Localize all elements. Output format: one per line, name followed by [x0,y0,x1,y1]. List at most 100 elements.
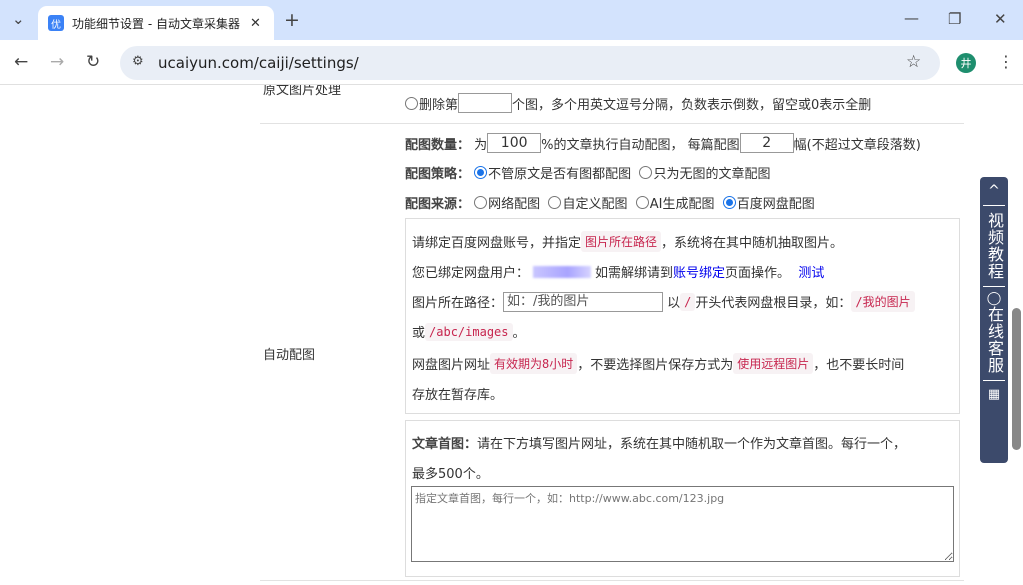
source-option-custom[interactable]: 自定义配图 [562,193,627,212]
video-tutorial-button[interactable]: 视频教程 [982,206,1006,286]
cover-line-2: 最多500个。 [412,463,489,482]
divider [260,123,964,124]
divider [983,380,1005,381]
back-icon[interactable]: ← [14,52,28,72]
forward-icon[interactable]: → [50,52,64,72]
text: 或 [412,326,426,341]
site-info-icon[interactable]: ⚙ [132,54,144,69]
source-radio-baidu[interactable] [722,196,736,209]
cover-label: 文章首图： [412,437,478,452]
source-option-ai[interactable]: AI生成配图 [650,193,715,212]
path-input[interactable]: 如：/我的图片 [503,291,664,312]
divider [983,286,1005,287]
cover-urls-textarea[interactable] [411,486,954,562]
qq-icon: ◯ [986,291,1002,306]
divider [260,580,964,581]
code: /abc/images [425,322,513,341]
address-bar-row: ← → ↻ ⚙ ucaiyun.com/caiji/settings/ ☆ 井 … [0,40,1023,85]
tab-list-icon[interactable]: ⌄ [12,10,25,28]
per-article-input[interactable]: 2 [739,133,794,153]
tab-bar: ⌄ 优 功能细节设置 - 自动文章采集器 ✕ + — ❐ ✕ [0,0,1023,40]
tab-title: 功能细节设置 - 自动文章采集器 [72,16,240,31]
text: 请绑定百度网盘账号，并指定 [412,236,582,251]
auto-image-label: 自动配图 [263,348,316,363]
text: ，系统将在其中随机抽取图片。 [661,236,844,251]
tab-active[interactable]: 优 功能细节设置 - 自动文章采集器 ✕ [38,6,274,40]
text: 请在下方填写图片网址，系统在其中随机取一个作为文章首图。每行一个， [477,437,907,452]
text: 。 [512,326,526,341]
strategy-label: 配图策略： [405,167,471,182]
minimize-icon[interactable]: — [904,9,919,27]
restore-icon[interactable]: ❐ [948,10,961,28]
source-radio-custom[interactable] [548,196,562,209]
text: ，也不要长时间 [813,358,905,373]
settings-page: 原文图片处理 删除第 个图，多个用英文逗号分隔，负数表示倒数，留空或0表示全删 … [0,85,1010,585]
cover-image-panel: 文章首图： 请在下方填写图片网址，系统在其中随机取一个作为文章首图。每行一个， 最… [405,420,960,577]
strategy-row: 配图策略： 不管原文是否有图都配图 只为无图的文章配图 [405,163,770,182]
text: 您已绑定网盘用户： [412,266,530,281]
text: 开头代表网盘根目录，如： [695,296,852,311]
baidu-line-4: 或/abc/images。 [412,322,526,341]
count-label: 配图数量： [405,137,471,153]
source-row: 配图来源： 网络配图 自定义配图 AI生成配图 百度网盘配图 [405,193,815,212]
url-text: ucaiyun.com/caiji/settings/ [158,54,359,72]
text: 如需解绑请到 [595,266,674,281]
scrollbar-thumb[interactable] [1012,308,1021,450]
code: / [680,292,696,311]
baidu-line-1: 请绑定百度网盘账号，并指定 图片所在路径 ，系统将在其中随机抽取图片。 [412,231,843,252]
blurred-username [533,265,592,278]
code: 有效期为8小时 [490,353,578,374]
profile-avatar[interactable]: 井 [956,53,976,73]
code: /我的图片 [851,291,915,312]
baidu-line-3: 图片所在路径： 如：/我的图片 以 / 开头代表网盘根目录，如：/我的图片 [412,291,915,312]
bookmark-star-icon[interactable]: ☆ [906,52,921,72]
source-radio-ai[interactable] [635,196,649,209]
floating-help-bar: ^ 视频教程 ◯ 在线客服 ▦ [980,177,1008,463]
baidu-panel: 请绑定百度网盘账号，并指定 图片所在路径 ，系统将在其中随机抽取图片。 您已绑定网盘… [405,218,960,414]
text: 网盘图片网址 [412,358,491,373]
delete-image-option: 删除第 个图，多个用英文逗号分隔，负数表示倒数，留空或0表示全删 [405,93,871,113]
url-bar[interactable]: ⚙ ucaiyun.com/caiji/settings/ ☆ [120,46,940,80]
cover-line-1: 文章首图： 请在下方填写图片网址，系统在其中随机取一个作为文章首图。每行一个， [412,433,906,452]
new-tab-icon[interactable]: + [284,9,300,31]
favicon: 优 [48,15,64,31]
close-window-icon[interactable]: ✕ [994,10,1007,28]
online-service-button[interactable]: 在线客服 [982,306,1006,380]
text: 页面操作。 [725,266,791,281]
original-image-label: 原文图片处理 [263,85,342,98]
text: 图片所在路径： [412,296,504,311]
test-link[interactable]: 测试 [798,262,824,281]
back-to-top-button[interactable]: ^ [988,177,1000,205]
text: 最多500个。 [412,467,489,482]
delete-index-input[interactable] [458,93,513,113]
menu-icon[interactable]: ⋮ [998,52,1014,71]
text: 以 [667,296,681,311]
delete-prefix: 删除第 [419,97,459,113]
baidu-line-6: 存放在暂存库。 [412,384,503,403]
image-count-row: 配图数量： 为 100 %的文章执行自动配图， 每篇配图 2 幅(不超过文章段落… [405,133,921,153]
percent-input[interactable]: 100 [487,133,542,153]
close-tab-icon[interactable]: ✕ [250,16,261,31]
count-suffix: 幅(不超过文章段落数) [793,137,921,153]
strategy-option-noimg[interactable]: 只为无图的文章配图 [653,163,770,182]
delete-radio[interactable] [405,96,418,110]
text: ，不要选择图片保存方式为 [577,358,734,373]
code: 使用远程图片 [733,353,814,374]
delete-suffix: 个图，多个用英文逗号分隔，负数表示倒数，留空或0表示全删 [512,97,872,113]
count-mid: %的文章执行自动配图， 每篇配图 [541,137,740,153]
count-pre: 为 [474,137,488,153]
baidu-line-5: 网盘图片网址 有效期为8小时 ，不要选择图片保存方式为 使用远程图片 ，也不要长时间 [412,353,904,374]
source-label: 配图来源： [405,197,471,212]
code: 图片所在路径 [581,231,662,252]
qrcode-icon[interactable]: ▦ [988,387,1000,402]
source-option-web[interactable]: 网络配图 [488,193,540,212]
baidu-line-2: 您已绑定网盘用户： 如需解绑请到 账号绑定 页面操作。 测试 [412,262,824,281]
text: 存放在暂存库。 [412,388,504,403]
source-option-baidu[interactable]: 百度网盘配图 [737,193,815,212]
strategy-radio-all[interactable] [474,166,488,179]
source-radio-web[interactable] [474,196,488,209]
strategy-radio-noimg[interactable] [639,166,653,179]
strategy-option-all[interactable]: 不管原文是否有图都配图 [488,163,631,182]
account-bind-link[interactable]: 账号绑定 [673,262,725,281]
reload-icon[interactable]: ↻ [86,52,100,72]
